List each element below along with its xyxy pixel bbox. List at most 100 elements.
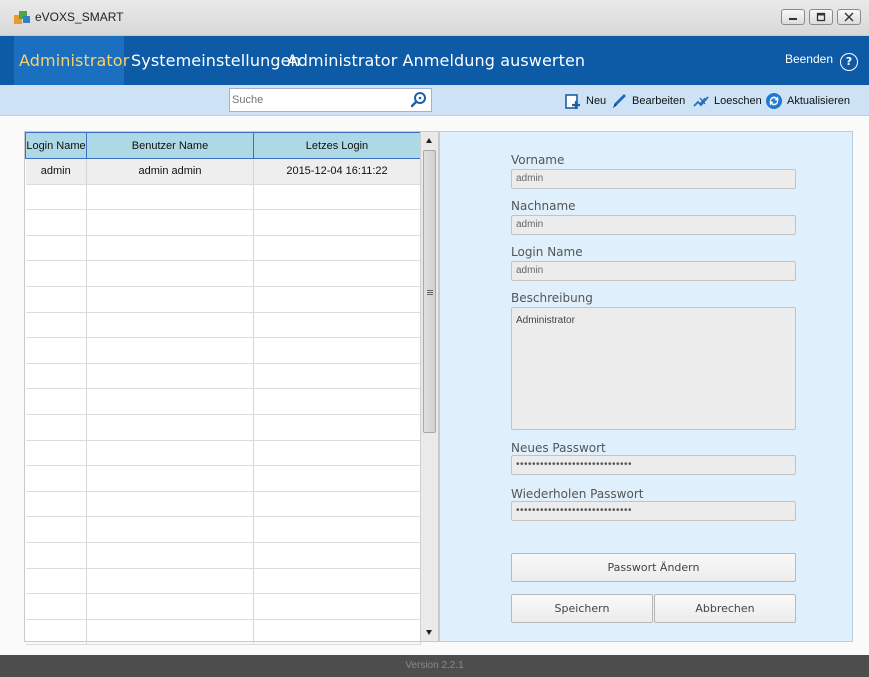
empty-cell [25, 363, 87, 390]
scroll-thumb[interactable] [423, 150, 436, 433]
empty-cell [253, 184, 421, 211]
table-header-row: Login Name Benutzer Name Letzes Login [25, 132, 421, 159]
menu-item-administrator[interactable]: Administrator [19, 51, 129, 70]
empty-table-row [25, 337, 421, 364]
search-input[interactable] [232, 92, 402, 108]
empty-cell [86, 388, 254, 415]
exit-button[interactable]: Beenden [785, 52, 833, 66]
wiederholen-passwort-label: Wiederholen Passwort [511, 487, 644, 501]
menu-item-anmeldung-auswerten[interactable]: Administrator Anmeldung auswerten [287, 51, 585, 70]
empty-table-row [25, 363, 421, 390]
vorname-field[interactable]: admin [511, 169, 796, 189]
empty-cell [86, 516, 254, 543]
table-scrollbar[interactable] [420, 132, 438, 641]
scroll-grip-icon [427, 290, 433, 295]
empty-cell [25, 388, 87, 415]
empty-cell [25, 286, 87, 313]
delete-icon [693, 96, 709, 107]
empty-table-row [25, 593, 421, 620]
empty-table-row [25, 184, 421, 211]
empty-cell [86, 235, 254, 262]
empty-cell [253, 619, 421, 646]
scroll-down-arrow-icon[interactable] [426, 630, 432, 635]
empty-cell [86, 465, 254, 492]
cancel-button[interactable]: Abbrechen [654, 594, 796, 623]
nachname-field[interactable]: admin [511, 215, 796, 235]
empty-cell [86, 542, 254, 569]
scroll-up-arrow-icon[interactable] [426, 138, 432, 143]
empty-table-row [25, 491, 421, 518]
repeat-password-field[interactable]: ••••••••••••••••••••••••••••• [511, 501, 796, 521]
empty-table-row [25, 286, 421, 313]
empty-cell [86, 414, 254, 441]
empty-cell [86, 337, 254, 364]
pencil-icon [613, 94, 626, 108]
empty-cell [253, 235, 421, 262]
empty-cell [86, 568, 254, 595]
empty-cell [25, 235, 87, 262]
empty-cell [253, 568, 421, 595]
app-logo-icon [14, 11, 30, 24]
new-password-field[interactable]: ••••••••••••••••••••••••••••• [511, 455, 796, 475]
menu-item-systemeinstellungen[interactable]: Systemeinstellungen [131, 51, 301, 70]
beschreibung-field[interactable]: Administrator [511, 307, 796, 430]
title-bar: eVOXS_SMART [0, 0, 869, 36]
user-table-panel: Login Name Benutzer Name Letzes Login ad… [24, 131, 439, 646]
new-button[interactable]: Neu [564, 92, 606, 110]
column-header-letzes-login[interactable]: Letzes Login [253, 132, 421, 159]
close-window-button[interactable] [837, 9, 861, 25]
empty-cell [253, 209, 421, 236]
empty-cell [25, 440, 87, 467]
delete-label: Loeschen [714, 95, 762, 107]
save-button[interactable]: Speichern [511, 594, 653, 623]
edit-label: Bearbeiten [632, 95, 686, 107]
empty-cell [253, 286, 421, 313]
refresh-button[interactable]: Aktualisieren [765, 92, 850, 110]
cell-benutzer-name: admin admin [86, 158, 254, 185]
empty-cell [253, 440, 421, 467]
change-password-button[interactable]: Passwort Ändern [511, 553, 796, 582]
empty-table-row [25, 312, 421, 339]
empty-cell [253, 363, 421, 390]
empty-cell [25, 465, 87, 492]
empty-cell [86, 593, 254, 620]
table-row[interactable]: admin admin admin 2015-12-04 16:11:22 [25, 158, 421, 185]
refresh-label: Aktualisieren [787, 95, 850, 107]
maximize-icon [816, 12, 826, 22]
login-name-field[interactable]: admin [511, 261, 796, 281]
refresh-icon [766, 93, 782, 109]
search-icon[interactable] [409, 90, 429, 110]
vorname-label: Vorname [511, 153, 565, 167]
empty-table-row [25, 414, 421, 441]
empty-cell [25, 568, 87, 595]
cell-letzes-login: 2015-12-04 16:11:22 [253, 158, 421, 185]
nachname-label: Nachname [511, 199, 576, 213]
help-icon[interactable]: ? [840, 53, 858, 71]
empty-table-row [25, 388, 421, 415]
empty-cell [25, 312, 87, 339]
delete-button[interactable]: Loeschen [692, 92, 762, 110]
cell-login-name: admin [25, 158, 87, 185]
toolbar: Neu Bearbeiten Loeschen Aktualisieren [0, 85, 869, 116]
empty-cell [253, 388, 421, 415]
window-title: eVOXS_SMART [35, 10, 124, 24]
empty-cell [86, 184, 254, 211]
empty-cell [86, 491, 254, 518]
empty-cell [86, 260, 254, 287]
empty-cell [253, 542, 421, 569]
empty-cell [25, 593, 87, 620]
column-header-login-name[interactable]: Login Name [25, 132, 87, 159]
new-label: Neu [586, 95, 607, 107]
empty-table-row [25, 568, 421, 595]
empty-cell [86, 440, 254, 467]
column-header-benutzer-name[interactable]: Benutzer Name [86, 132, 254, 159]
empty-table-row [25, 516, 421, 543]
edit-button[interactable]: Bearbeiten [610, 92, 685, 110]
empty-cell [253, 465, 421, 492]
empty-table-row [25, 440, 421, 467]
maximize-button[interactable] [809, 9, 833, 25]
empty-cell [253, 516, 421, 543]
empty-cell [25, 184, 87, 211]
empty-table-row [25, 619, 421, 646]
minimize-button[interactable] [781, 9, 805, 25]
